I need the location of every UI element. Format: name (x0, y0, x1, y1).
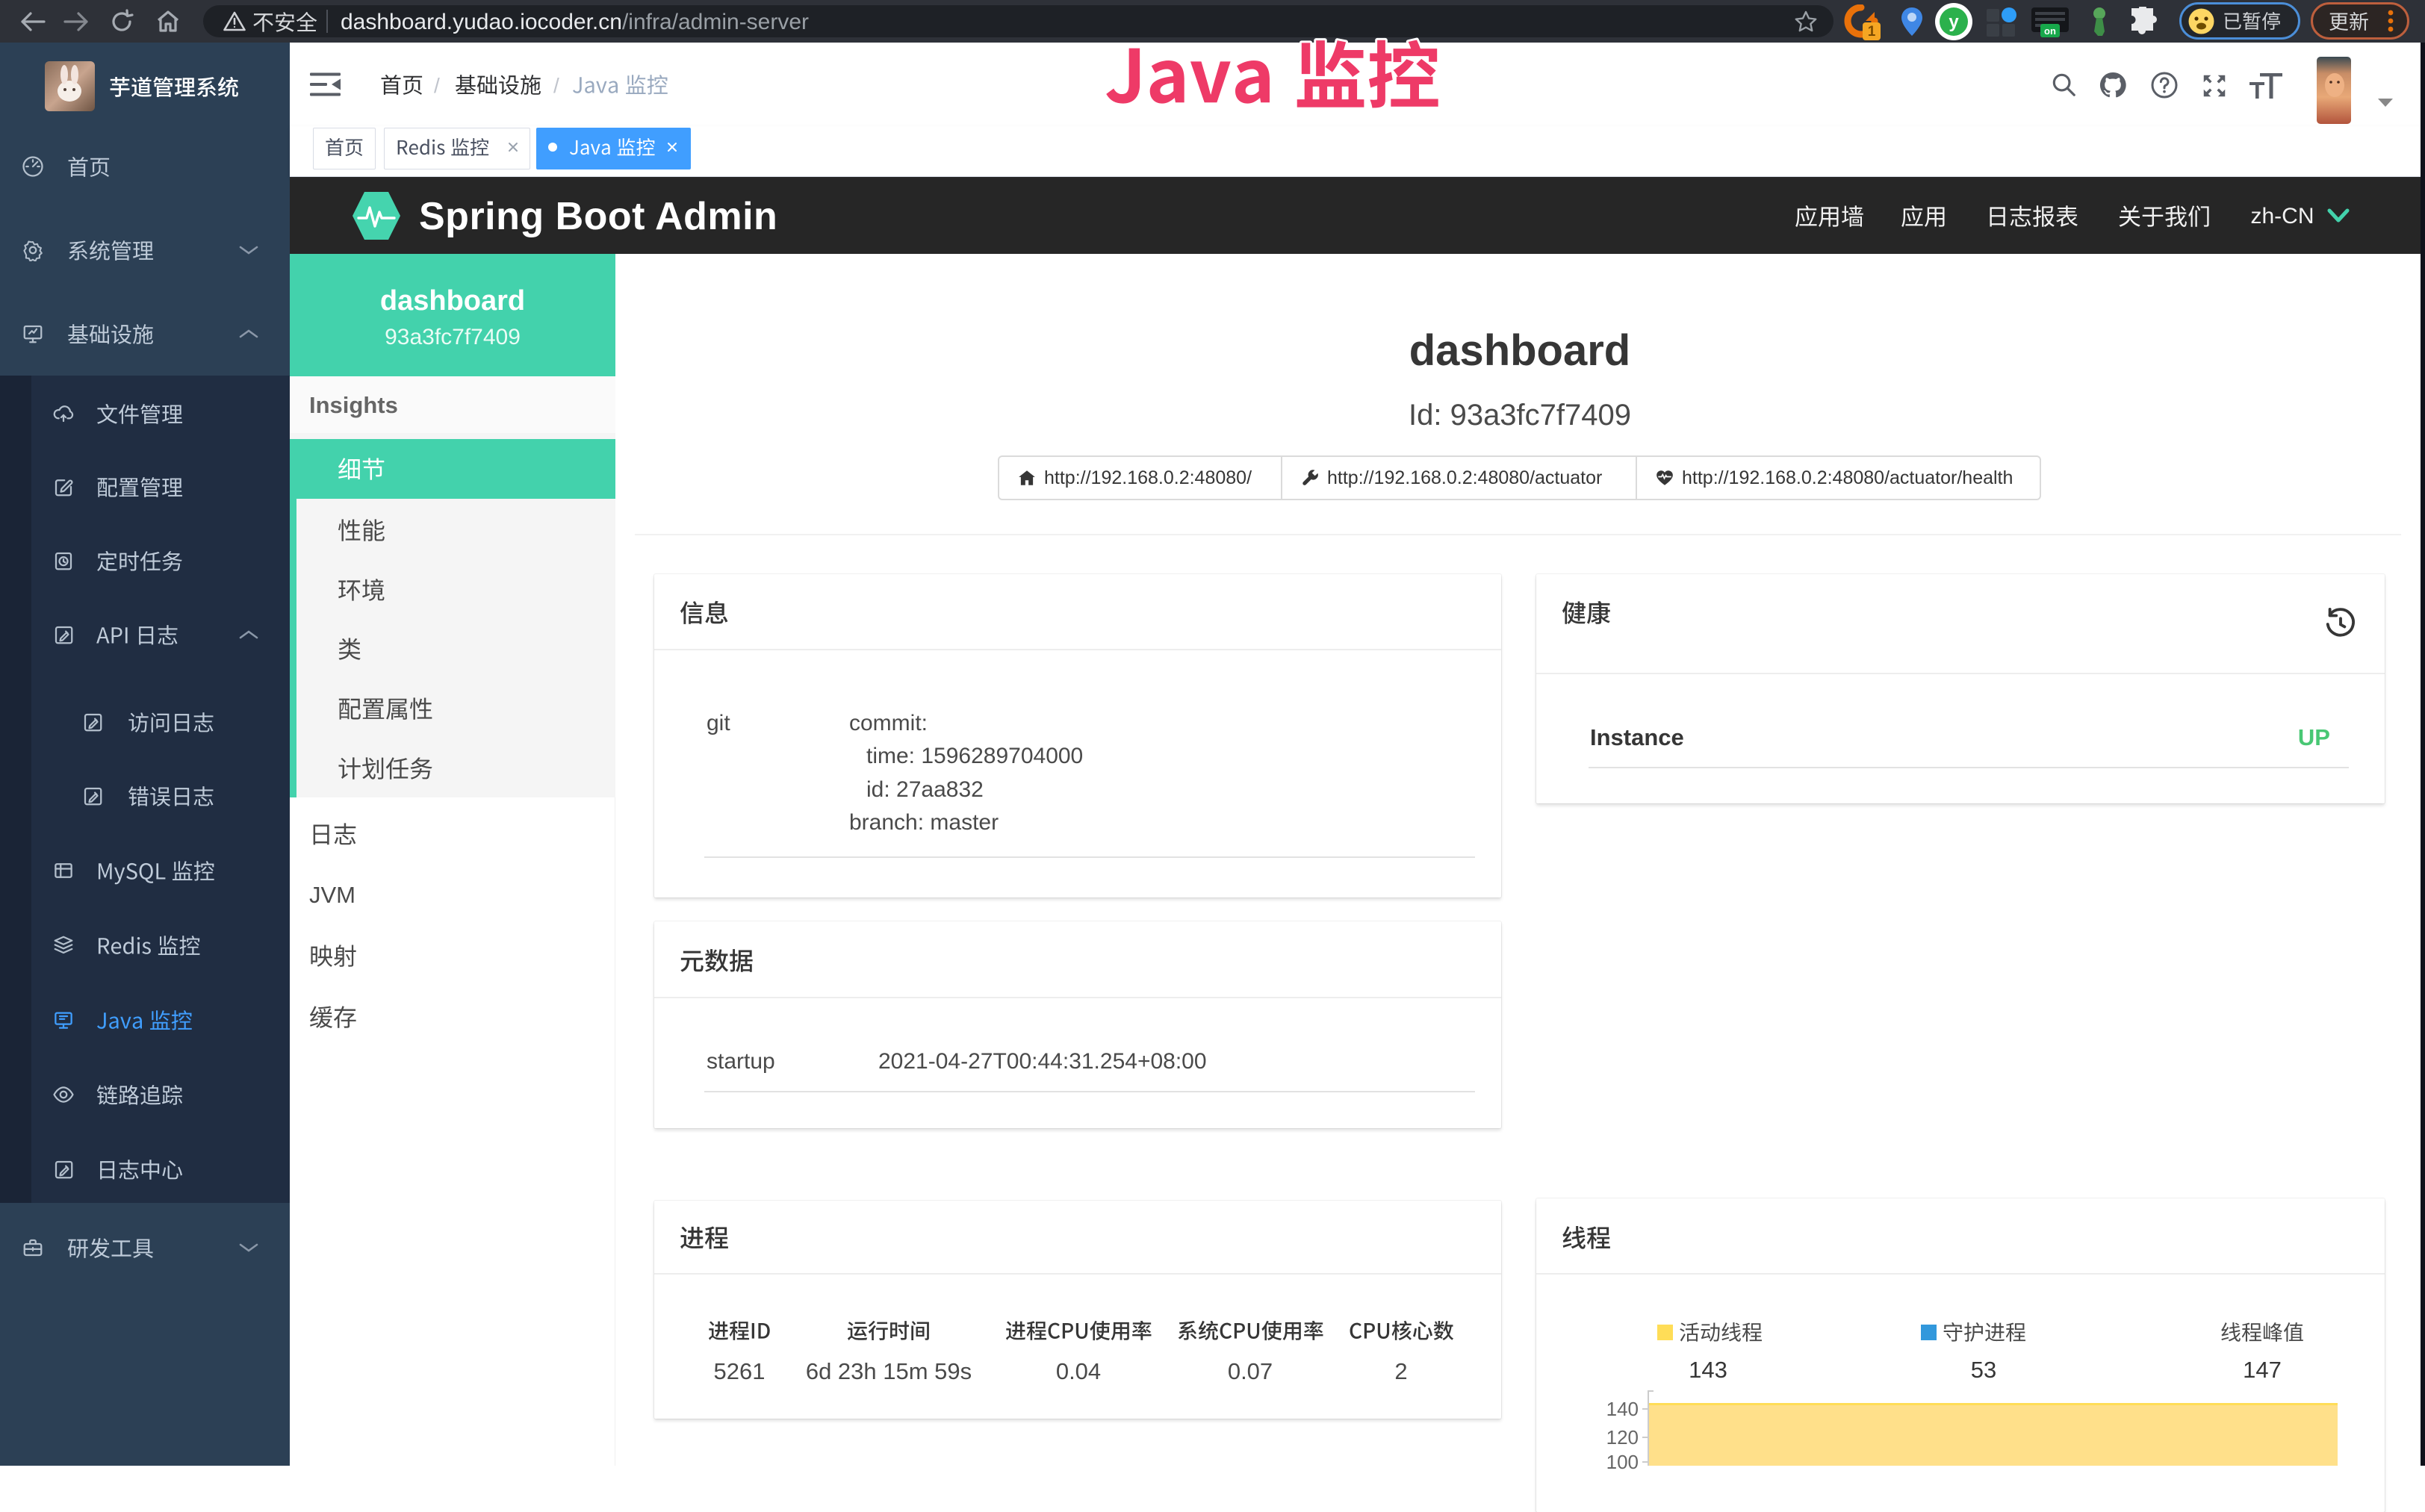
svg-text:on: on (2044, 25, 2056, 37)
svg-text:1: 1 (1868, 24, 1876, 40)
svg-text:y: y (1949, 12, 1959, 32)
